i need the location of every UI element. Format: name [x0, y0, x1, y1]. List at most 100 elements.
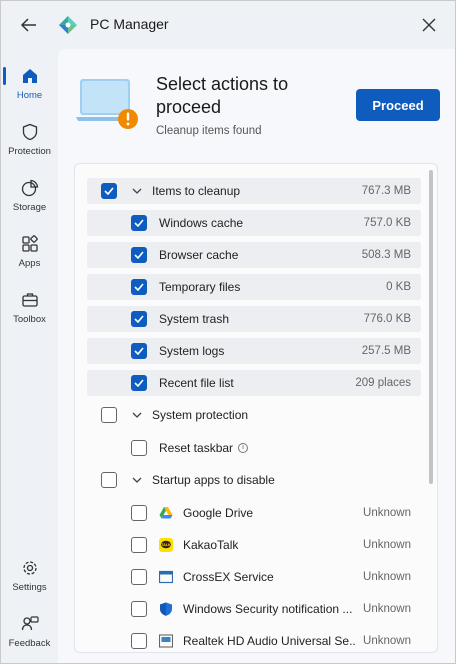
cleanup-item-label: Recent file list: [159, 376, 234, 390]
startup-app-checkbox[interactable]: [131, 633, 147, 649]
startup-app-label: KakaoTalk: [183, 538, 239, 552]
sidebar-item-label: Feedback: [8, 638, 51, 649]
startup-app-row[interactable]: CrossEX Service Unknown: [87, 564, 421, 590]
cleanup-group-size: 767.3 MB: [361, 185, 411, 197]
protection-item-row[interactable]: Reset taskbar i: [87, 435, 421, 461]
startup-group-label: Startup apps to disable: [152, 473, 275, 487]
protection-item-label: Reset taskbar: [159, 441, 234, 455]
back-arrow-icon[interactable]: [19, 15, 39, 35]
cleanup-item-row[interactable]: Recent file list 209 places: [87, 370, 421, 396]
app-title: PC Manager: [90, 16, 169, 32]
pc-manager-window: PC Manager Home Protection Storage Apps …: [0, 0, 456, 664]
startup-app-checkbox[interactable]: [131, 569, 147, 585]
title-bar: PC Manager: [1, 1, 455, 49]
apps-grid-icon: [21, 235, 39, 253]
shield-icon: [21, 123, 39, 141]
realtek-icon: [158, 634, 174, 648]
kakaotalk-icon: TALK: [159, 538, 173, 552]
page-title: Select actions to proceed: [156, 74, 289, 117]
svg-text:TALK: TALK: [161, 543, 171, 547]
sidebar-item-feedback[interactable]: Feedback: [1, 615, 58, 649]
startup-group-checkbox[interactable]: [101, 472, 117, 488]
startup-app-label: Google Drive: [183, 506, 254, 520]
startup-app-status: Unknown: [363, 539, 411, 551]
main-content: Select actions to proceed Cleanup items …: [58, 49, 455, 663]
chevron-down-icon[interactable]: [131, 474, 143, 486]
startup-app-label: Realtek HD Audio Universal Se...: [183, 634, 355, 648]
startup-app-row[interactable]: Google Drive Unknown: [87, 500, 421, 526]
startup-app-status: Unknown: [363, 603, 411, 615]
chevron-down-icon[interactable]: [131, 409, 143, 421]
cleanup-item-checkbox[interactable]: [131, 279, 147, 295]
protection-item-checkbox[interactable]: [131, 440, 147, 456]
cleanup-item-size: 776.0 KB: [363, 313, 411, 325]
cleanup-item-label: Windows cache: [159, 216, 244, 230]
startup-app-row[interactable]: Windows Security notification ... Unknow…: [87, 596, 421, 622]
cleanup-item-label: System trash: [159, 312, 230, 326]
scrollbar[interactable]: [429, 170, 433, 484]
cleanup-item-size: 508.3 MB: [361, 249, 411, 261]
feedback-icon: [21, 615, 39, 633]
cleanup-item-label: Temporary files: [159, 280, 241, 294]
cleanup-item-row[interactable]: Browser cache 508.3 MB: [87, 242, 421, 268]
cleanup-group-label: Items to cleanup: [152, 184, 241, 198]
page-subtitle: Cleanup items found: [156, 125, 262, 137]
windows-security-icon: [159, 602, 173, 616]
sidebar-item-apps[interactable]: Apps: [1, 235, 58, 269]
sidebar-item-label: Storage: [12, 202, 47, 213]
cleanup-item-size: 257.5 MB: [361, 345, 411, 357]
startup-app-label: Windows Security notification ...: [183, 602, 353, 616]
cleanup-item-checkbox[interactable]: [131, 311, 147, 327]
gear-icon: [21, 559, 39, 577]
google-drive-icon: [159, 506, 173, 520]
close-icon[interactable]: [419, 13, 439, 39]
startup-app-checkbox[interactable]: [131, 505, 147, 521]
startup-app-status: Unknown: [363, 571, 411, 583]
cleanup-group-row[interactable]: Items to cleanup 767.3 MB: [87, 178, 421, 204]
cleanup-item-label: Browser cache: [159, 248, 239, 262]
sidebar-item-label: Home: [16, 90, 43, 101]
cleanup-item-size: 757.0 KB: [363, 217, 411, 229]
startup-app-label: CrossEX Service: [183, 570, 274, 584]
sidebar-item-settings[interactable]: Settings: [1, 559, 58, 593]
cleanup-item-checkbox[interactable]: [131, 247, 147, 263]
startup-group-row[interactable]: Startup apps to disable: [87, 467, 421, 493]
sidebar-item-label: Protection: [8, 146, 51, 157]
pie-chart-icon: [21, 179, 39, 197]
startup-app-row[interactable]: TALK KakaoTalk Unknown: [87, 532, 421, 558]
protection-group-row[interactable]: System protection: [87, 402, 421, 428]
actions-list-panel: Items to cleanup 767.3 MB Windows cache …: [74, 163, 438, 653]
crossex-icon: [158, 570, 174, 584]
cleanup-item-row[interactable]: System trash 776.0 KB: [87, 306, 421, 332]
cleanup-item-checkbox[interactable]: [131, 343, 147, 359]
protection-group-label: System protection: [152, 408, 249, 422]
startup-app-status: Unknown: [363, 635, 411, 647]
proceed-button[interactable]: Proceed: [356, 89, 440, 121]
cleanup-item-row[interactable]: System logs 257.5 MB: [87, 338, 421, 364]
sidebar-item-toolbox[interactable]: Toolbox: [1, 291, 58, 325]
startup-app-row[interactable]: Realtek HD Audio Universal Se... Unknown: [87, 628, 421, 652]
startup-app-checkbox[interactable]: [131, 537, 147, 553]
protection-group-checkbox[interactable]: [101, 407, 117, 423]
sidebar-item-storage[interactable]: Storage: [1, 179, 58, 213]
sidebar-item-home[interactable]: Home: [1, 67, 58, 101]
cleanup-item-row[interactable]: Temporary files 0 KB: [87, 274, 421, 300]
startup-app-status: Unknown: [363, 507, 411, 519]
info-icon[interactable]: i: [238, 443, 249, 453]
cleanup-item-checkbox[interactable]: [131, 375, 147, 391]
cleanup-group-checkbox[interactable]: [101, 183, 117, 199]
sidebar: Home Protection Storage Apps Toolbox Set…: [1, 49, 58, 663]
sidebar-item-protection[interactable]: Protection: [1, 123, 58, 157]
startup-app-checkbox[interactable]: [131, 601, 147, 617]
sidebar-item-label: Apps: [18, 258, 41, 269]
pc-manager-logo-icon: [57, 14, 79, 36]
cleanup-item-row[interactable]: Windows cache 757.0 KB: [87, 210, 421, 236]
cleanup-item-label: System logs: [159, 344, 225, 358]
cleanup-item-size: 209 places: [355, 377, 411, 389]
cleanup-item-size: 0 KB: [386, 281, 411, 293]
home-icon: [21, 67, 39, 85]
chevron-down-icon[interactable]: [131, 185, 143, 197]
sidebar-item-label: Settings: [12, 582, 47, 593]
toolbox-icon: [21, 291, 39, 309]
cleanup-item-checkbox[interactable]: [131, 215, 147, 231]
